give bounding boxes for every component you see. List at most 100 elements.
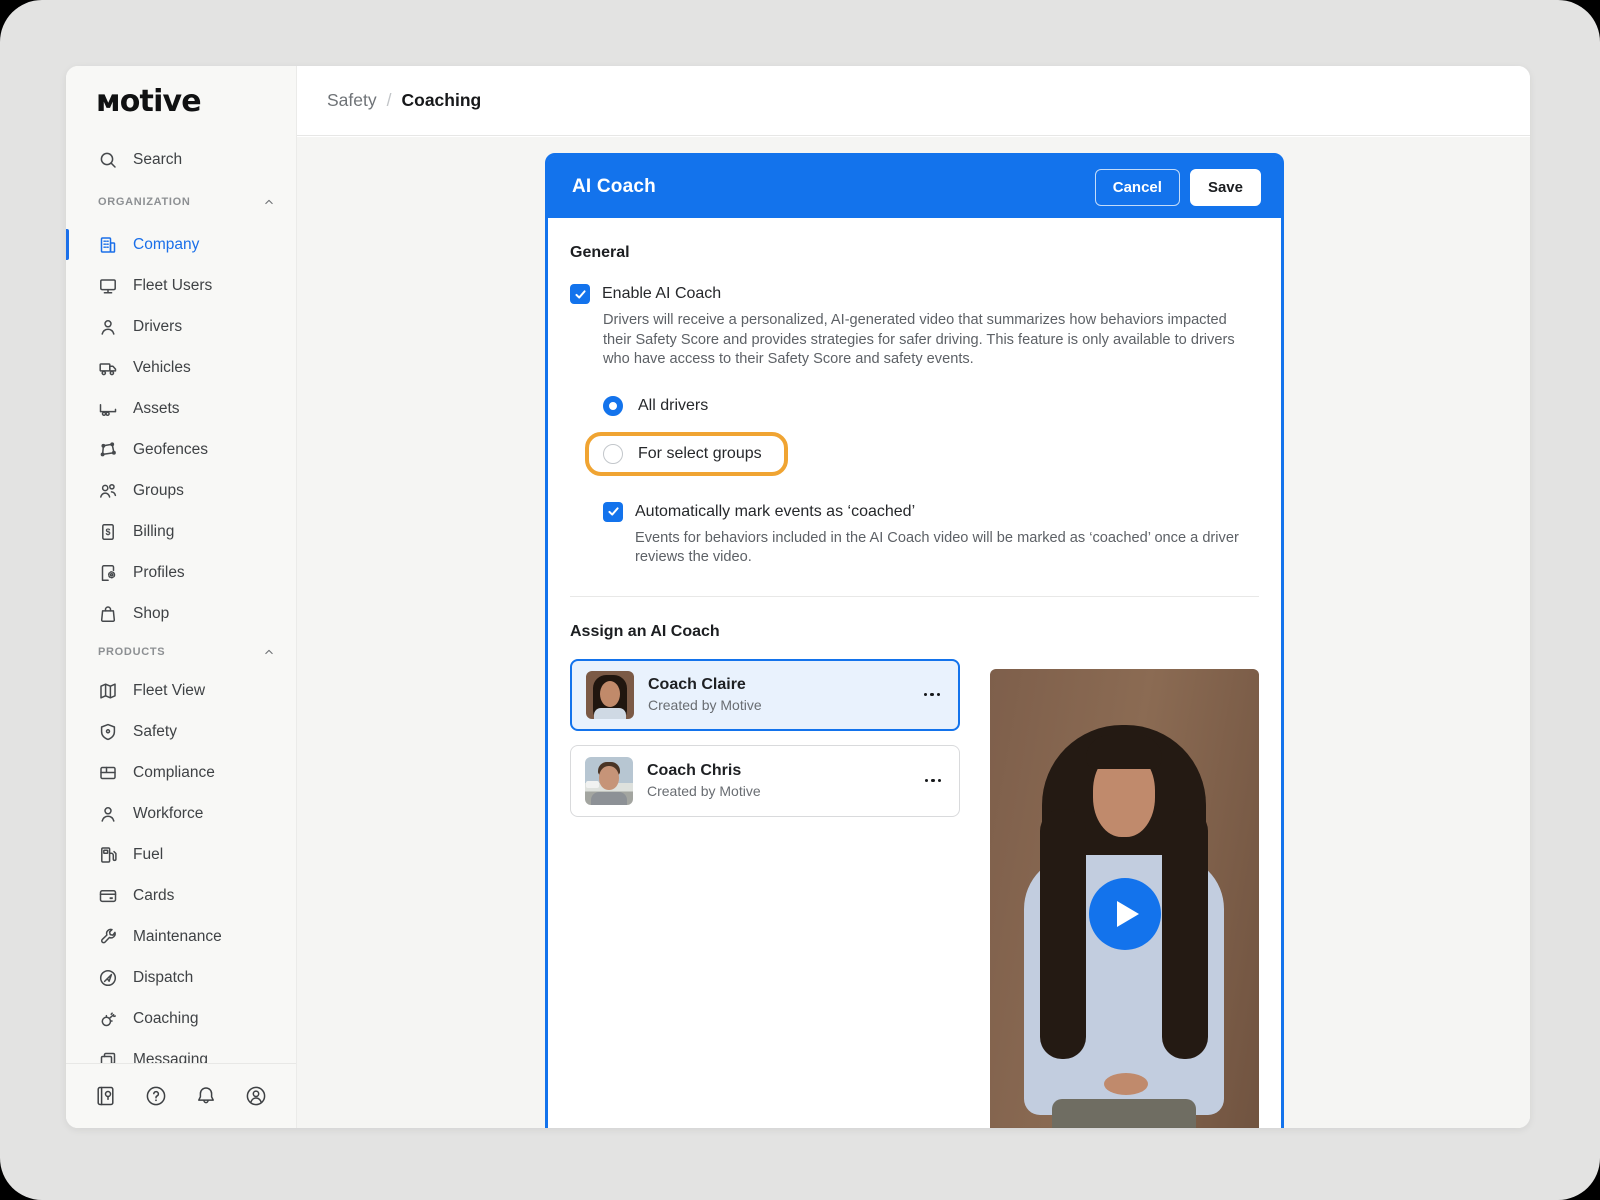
sidebar-item-cards[interactable]: Cards — [66, 875, 296, 916]
sidebar-item-shop[interactable]: Shop — [66, 593, 296, 634]
coach-chris-subtitle: Created by Motive — [647, 783, 761, 799]
maintenance-icon — [98, 927, 118, 947]
cancel-button[interactable]: Cancel — [1095, 169, 1180, 206]
fuel-icon — [98, 845, 118, 865]
app-window: ᴍotive Search ORGANIZATION CompanyFleet U… — [66, 66, 1530, 1128]
groups-icon — [98, 481, 118, 501]
save-button[interactable]: Save — [1190, 169, 1261, 206]
geofences-icon — [98, 440, 118, 460]
sidebar-item-dispatch[interactable]: Dispatch — [66, 957, 296, 998]
notifications-icon[interactable] — [194, 1084, 218, 1108]
sidebar-nav: Search ORGANIZATION CompanyFleet UsersDri… — [66, 140, 296, 1128]
coach-card-claire[interactable]: Coach Claire Created by Motive — [570, 659, 960, 731]
assets-icon — [98, 399, 118, 419]
dispatch-icon — [98, 968, 118, 988]
safety-icon — [98, 722, 118, 742]
section-label: ORGANIZATION — [98, 196, 191, 208]
video-controls: 0:05 — [990, 1127, 1259, 1128]
sidebar-item-company[interactable]: Company — [66, 224, 296, 265]
sidebar-search-label: Search — [133, 151, 182, 169]
sidebar-item-workforce[interactable]: Workforce — [66, 793, 296, 834]
enable-ai-coach-description: Drivers will receive a personalized, AI-… — [603, 311, 1255, 370]
coaching-icon — [98, 1009, 118, 1029]
panel-body: General Enable AI Coach Drivers will rec… — [548, 218, 1281, 1128]
sidebar-item-maintenance[interactable]: Maintenance — [66, 916, 296, 957]
sidebar-footer — [66, 1063, 296, 1128]
sidebar-section-products[interactable]: PRODUCTS — [66, 634, 296, 670]
coach-claire-menu-button[interactable] — [924, 693, 945, 697]
compliance-icon — [98, 763, 118, 783]
sidebar-section-organization[interactable]: ORGANIZATION — [66, 180, 296, 224]
sidebar-item-fleet-users[interactable]: Fleet Users — [66, 265, 296, 306]
for-select-groups-label: For select groups — [638, 445, 762, 463]
chevron-up-icon — [262, 645, 276, 659]
sidebar-item-compliance[interactable]: Compliance — [66, 752, 296, 793]
ai-coach-panel: AI Coach Cancel Save General Enable AI C… — [545, 153, 1284, 1128]
video-play-button[interactable] — [1089, 878, 1161, 950]
sidebar-item-geofences[interactable]: Geofences — [66, 429, 296, 470]
coach-chris-name: Coach Chris — [647, 762, 761, 780]
general-heading: General — [570, 244, 1259, 262]
auto-mark-row: Automatically mark events as ‘coached’ — [603, 502, 1259, 522]
sidebar-item-fleet-view[interactable]: Fleet View — [66, 670, 296, 711]
auto-mark-checkbox[interactable] — [603, 502, 623, 522]
vehicles-icon — [98, 358, 118, 378]
fleet-view-icon — [98, 681, 118, 701]
coach-card-chris[interactable]: Coach Chris Created by Motive — [570, 745, 960, 817]
assign-heading: Assign an AI Coach — [570, 623, 1259, 641]
sidebar-item-vehicles[interactable]: Vehicles — [66, 347, 296, 388]
sidebar-item-safety[interactable]: Safety — [66, 711, 296, 752]
account-icon[interactable] — [244, 1084, 268, 1108]
breadcrumb-current: Coaching — [402, 90, 482, 111]
coach-preview-video[interactable]: 0:05 — [990, 669, 1259, 1128]
shop-icon — [98, 604, 118, 624]
driver-scope-radio-group: All drivers For select groups — [603, 388, 1259, 476]
motive-logo: ᴍotive — [96, 84, 201, 119]
sidebar-item-fuel[interactable]: Fuel — [66, 834, 296, 875]
company-icon — [98, 235, 118, 255]
sidebar-item-drivers[interactable]: Drivers — [66, 306, 296, 347]
panel-title: AI Coach — [572, 176, 656, 198]
sidebar-item-billing[interactable]: $Billing — [66, 511, 296, 552]
sidebar-item-coaching[interactable]: Coaching — [66, 998, 296, 1039]
assign-row: Coach Claire Created by Motive — [570, 659, 1259, 1128]
workforce-icon — [98, 804, 118, 824]
section-label: PRODUCTS — [98, 646, 165, 658]
coach-chris-avatar — [585, 757, 633, 805]
coach-list: Coach Claire Created by Motive — [570, 659, 960, 1128]
for-select-groups-radio[interactable] — [603, 444, 623, 464]
all-drivers-row: All drivers — [603, 388, 1259, 424]
ai-coach-panel-header: AI Coach Cancel Save — [548, 156, 1281, 218]
search-icon — [98, 150, 118, 170]
guide-icon[interactable] — [94, 1084, 118, 1108]
coach-chris-menu-button[interactable] — [925, 779, 946, 783]
coach-claire-text: Coach Claire Created by Motive — [648, 676, 762, 713]
page-background: ᴍotive Search ORGANIZATION CompanyFleet U… — [0, 0, 1600, 1200]
check-icon — [607, 505, 620, 518]
breadcrumb-separator: / — [387, 90, 392, 111]
play-icon — [1117, 901, 1139, 927]
all-drivers-label: All drivers — [638, 397, 708, 415]
enable-ai-coach-checkbox[interactable] — [570, 284, 590, 304]
enable-ai-coach-label: Enable AI Coach — [602, 285, 721, 303]
section-divider — [570, 596, 1259, 597]
for-select-groups-highlight-ring: For select groups — [585, 432, 788, 476]
svg-text:$: $ — [105, 527, 110, 537]
sidebar-item-profiles[interactable]: Profiles — [66, 552, 296, 593]
topbar: Safety / Coaching — [297, 66, 1530, 136]
check-icon — [574, 288, 587, 301]
drivers-icon — [98, 317, 118, 337]
coach-claire-avatar — [586, 671, 634, 719]
coach-claire-subtitle: Created by Motive — [648, 697, 762, 713]
breadcrumb-parent[interactable]: Safety — [327, 90, 377, 111]
auto-mark-label: Automatically mark events as ‘coached’ — [635, 503, 915, 521]
all-drivers-radio[interactable] — [603, 396, 623, 416]
sidebar-item-groups[interactable]: Groups — [66, 470, 296, 511]
main-content: AI Coach Cancel Save General Enable AI C… — [297, 137, 1530, 1128]
sidebar-search[interactable]: Search — [66, 140, 296, 180]
sidebar: ᴍotive Search ORGANIZATION CompanyFleet U… — [66, 66, 297, 1128]
panel-header-buttons: Cancel Save — [1095, 169, 1261, 206]
help-icon[interactable] — [144, 1084, 168, 1108]
sidebar-item-assets[interactable]: Assets — [66, 388, 296, 429]
auto-mark-description: Events for behaviors included in the AI … — [635, 529, 1259, 568]
